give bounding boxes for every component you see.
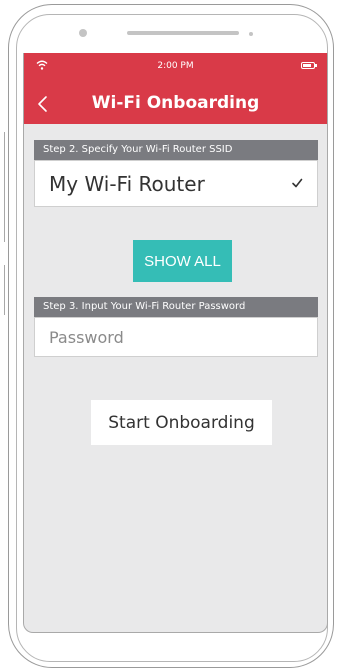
battery-icon — [301, 62, 317, 69]
show-all-button[interactable]: SHOW ALL — [133, 240, 232, 282]
start-onboarding-button[interactable]: Start Onboarding — [91, 400, 272, 445]
power-button — [4, 265, 9, 315]
page-title: Wi-Fi Onboarding — [91, 93, 260, 113]
front-camera — [79, 29, 87, 37]
step3-header: Step 3. Input Your Wi-Fi Router Password — [34, 297, 318, 317]
ssid-selector[interactable]: My Wi-Fi Router — [34, 160, 318, 207]
volume-button — [4, 132, 9, 242]
app-screen: 2:00 PM Wi-Fi Onboarding Step 2. Specify… — [23, 53, 328, 633]
status-time: 2:00 PM — [157, 61, 194, 71]
password-field-container — [34, 317, 318, 357]
step2-header: Step 2. Specify Your Wi-Fi Router SSID — [34, 140, 318, 160]
ssid-value: My Wi-Fi Router — [49, 172, 205, 196]
proximity-sensor — [249, 32, 253, 36]
earpiece-speaker — [127, 31, 239, 35]
status-bar: 2:00 PM — [24, 53, 327, 83]
password-input[interactable] — [47, 327, 301, 348]
nav-bar: Wi-Fi Onboarding — [24, 83, 327, 124]
checkmark-icon — [292, 178, 303, 188]
